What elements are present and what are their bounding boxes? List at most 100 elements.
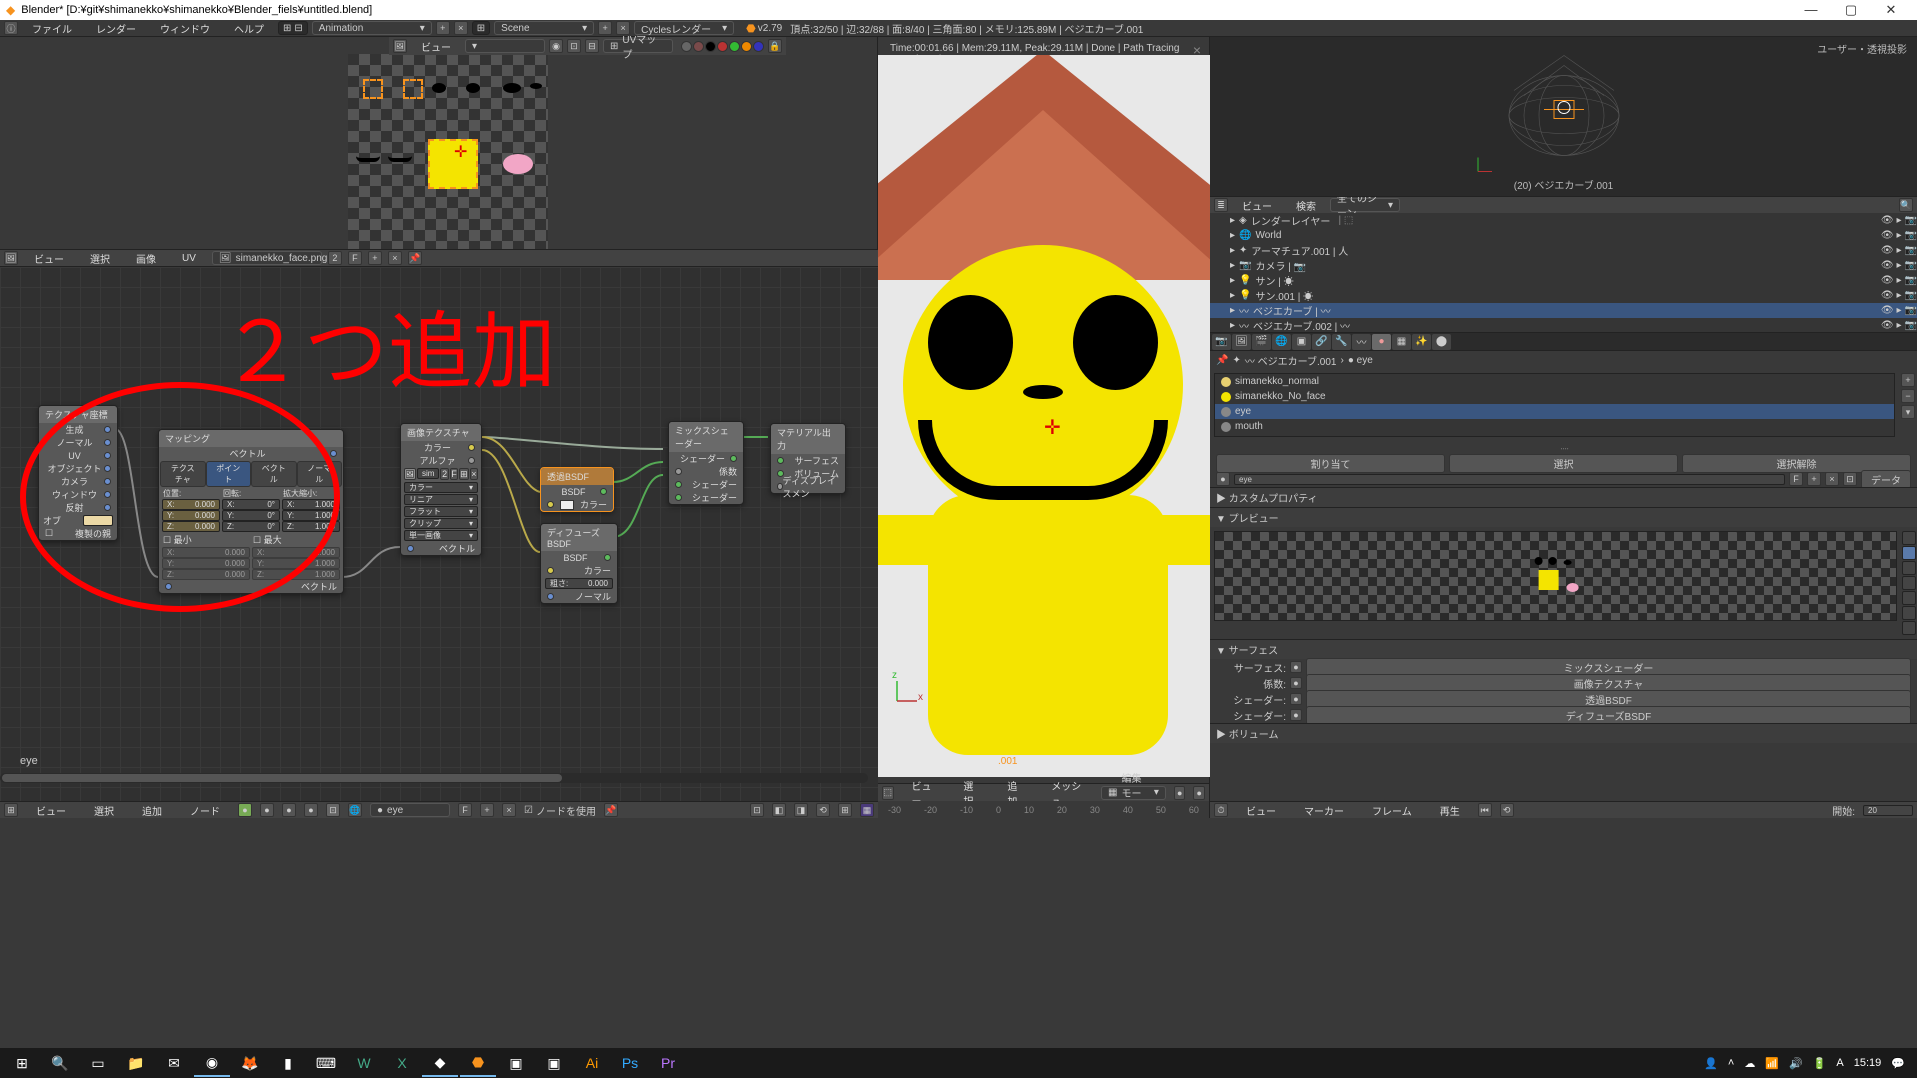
illustrator-icon[interactable]: Ai bbox=[574, 1049, 610, 1077]
start-button[interactable]: ⊞ bbox=[4, 1049, 40, 1077]
explorer-icon[interactable]: 📁 bbox=[118, 1049, 154, 1077]
menu-view[interactable]: ビュー bbox=[24, 250, 74, 267]
tab-particles[interactable]: ✨ bbox=[1412, 334, 1431, 350]
app-icon[interactable]: ▣ bbox=[498, 1049, 534, 1077]
tab-material[interactable]: ● bbox=[1372, 334, 1391, 350]
menu-view[interactable]: ビュー bbox=[26, 802, 76, 819]
add-slot-button[interactable]: + bbox=[1901, 373, 1915, 387]
menu-render[interactable]: レンダー bbox=[86, 20, 146, 37]
blender-icon[interactable]: ⬣ bbox=[460, 1049, 496, 1077]
node-transparent-bsdf[interactable]: 透過BSDF BSDF カラー bbox=[540, 467, 614, 512]
image-unlink[interactable]: × bbox=[388, 251, 402, 265]
node-image-texture[interactable]: 画像テクスチャ カラー アルファ 🖼 sim 2 F ⊞ × カラー▾リニア▾フ… bbox=[400, 423, 482, 556]
tab-world[interactable]: 🌐 bbox=[1272, 334, 1291, 350]
panel-preview[interactable]: ▼ プレビュー bbox=[1210, 507, 1917, 527]
code-icon[interactable]: ⌨ bbox=[308, 1049, 344, 1077]
panel-volume[interactable]: ▶ ボリューム bbox=[1210, 723, 1917, 743]
chrome-icon[interactable]: ◉ bbox=[194, 1049, 230, 1077]
menu-select[interactable]: 選択 bbox=[84, 802, 124, 819]
photoshop-icon[interactable]: Ps bbox=[612, 1049, 648, 1077]
outliner-item[interactable]: ▸〰ベジエカーブ | 〰👁▸📷 bbox=[1210, 303, 1917, 318]
word-icon[interactable]: W bbox=[346, 1049, 382, 1077]
image-users[interactable]: 2 bbox=[328, 251, 342, 265]
preview-flat[interactable] bbox=[1902, 531, 1916, 545]
preview-sphere[interactable] bbox=[1902, 546, 1916, 560]
material-field[interactable]: ●eye bbox=[370, 803, 450, 817]
editor-type-icon[interactable]: ⓘ bbox=[4, 21, 18, 35]
tab-object[interactable]: ▣ bbox=[1292, 334, 1311, 350]
material-slot[interactable]: eye bbox=[1215, 404, 1894, 419]
outliner-item[interactable]: ▸◈レンダーレイヤー| ⬚👁▸📷 bbox=[1210, 213, 1917, 228]
pin-icon[interactable]: 📌 bbox=[604, 803, 618, 817]
tray-chevron-icon[interactable]: ˄ bbox=[1728, 1057, 1734, 1069]
search-icon[interactable]: 🔍 bbox=[1899, 198, 1913, 212]
editor-type-icon[interactable]: 🖼 bbox=[393, 39, 407, 53]
assign-button[interactable]: 割り当て bbox=[1216, 454, 1445, 473]
tab-data[interactable]: 〰 bbox=[1352, 334, 1371, 350]
editor-type-icon[interactable]: ≣ bbox=[1214, 198, 1228, 212]
image-fake[interactable]: F bbox=[348, 251, 362, 265]
menu-select[interactable]: 選択 bbox=[80, 250, 120, 267]
taskview-icon[interactable]: ▭ bbox=[80, 1049, 116, 1077]
tab-physics[interactable]: ⬤ bbox=[1432, 334, 1451, 350]
tab-layers[interactable]: 🖼 bbox=[1232, 334, 1251, 350]
node-material-output[interactable]: マテリアル出力 サーフェス ボリューム ディスプレイスメン bbox=[770, 423, 846, 494]
cloud-icon[interactable]: ☁ bbox=[1744, 1057, 1755, 1070]
node-editor-canvas[interactable]: テクスチャ座標 生成 ノーマル UV オブジェクト カメラ ウィンドウ 反射 オ… bbox=[0, 267, 878, 801]
material-slot-list[interactable]: simanekko_normalsimanekko_No_faceeyemout… bbox=[1214, 373, 1895, 437]
camera-preview[interactable]: ユーザー・透視投影 bbox=[1210, 37, 1917, 197]
screen-layout-buttons[interactable]: ⊞⊟ bbox=[278, 21, 308, 35]
remove-slot-button[interactable]: − bbox=[1901, 389, 1915, 403]
panel-custom-props[interactable]: ▶ カスタムプロパティ bbox=[1210, 487, 1917, 507]
preview-cube[interactable] bbox=[1902, 561, 1916, 575]
outliner-item[interactable]: ▸💡サン.001 | ☀👁▸📷 bbox=[1210, 288, 1917, 303]
layout-add[interactable]: + bbox=[436, 21, 450, 35]
preview-cloth[interactable] bbox=[1902, 606, 1916, 620]
menu-file[interactable]: ファイル bbox=[22, 20, 82, 37]
scene-dropdown[interactable]: Scene▾ bbox=[494, 21, 594, 35]
material-slot[interactable]: simanekko_No_face bbox=[1215, 389, 1894, 404]
menu-view[interactable]: ビュー bbox=[411, 38, 461, 55]
search-icon[interactable]: 🔍 bbox=[42, 1049, 78, 1077]
outliner-item[interactable]: ▸📷カメラ | 📷👁▸📷 bbox=[1210, 258, 1917, 273]
close-button[interactable]: ✕ bbox=[1871, 0, 1911, 20]
premiere-icon[interactable]: Pr bbox=[650, 1049, 686, 1077]
clock[interactable]: 15:19 bbox=[1854, 1057, 1882, 1069]
data-link-dropdown[interactable]: データ bbox=[1861, 470, 1911, 489]
scene-buttons[interactable]: ⊞ bbox=[472, 21, 490, 35]
mode-dropdown[interactable]: ▦編集モード▾ bbox=[1101, 786, 1166, 800]
outliner-item[interactable]: ▸✦アーマチュア.001 | 人👁▸📷 bbox=[1210, 243, 1917, 258]
select-button[interactable]: 選択 bbox=[1449, 454, 1678, 473]
sourcetree-icon[interactable]: ◆ bbox=[422, 1049, 458, 1077]
layout-del[interactable]: × bbox=[454, 21, 468, 35]
slot-menu-button[interactable]: ▾ bbox=[1901, 405, 1915, 419]
node-mix-shader[interactable]: ミックスシェーダー シェーダー 係数 シェーダー シェーダー bbox=[668, 421, 744, 505]
people-icon[interactable]: 👤 bbox=[1704, 1057, 1718, 1070]
render-result[interactable]: ✛ z x .001 bbox=[878, 55, 1210, 777]
scene-add[interactable]: + bbox=[598, 21, 612, 35]
timeline-ruler[interactable]: -30-20-100102030405060 bbox=[878, 801, 1209, 818]
uv-texture-canvas[interactable]: ✛ bbox=[348, 54, 548, 254]
node-diffuse-bsdf[interactable]: ディフューズBSDF BSDF カラー 粗さ:0.000 ノーマル bbox=[540, 523, 618, 604]
outliner-item[interactable]: ▸💡サン | ☀👁▸📷 bbox=[1210, 273, 1917, 288]
tab-modifier[interactable]: 🔧 bbox=[1332, 334, 1351, 350]
wifi-icon[interactable]: 📶 bbox=[1765, 1057, 1779, 1070]
app-icon[interactable]: ▣ bbox=[536, 1049, 572, 1077]
tab-constraint[interactable]: 🔗 bbox=[1312, 334, 1331, 350]
terminal-icon[interactable]: ▮ bbox=[270, 1049, 306, 1077]
battery-icon[interactable]: 🔋 bbox=[1813, 1057, 1827, 1070]
notification-icon[interactable]: 💬 bbox=[1891, 1057, 1905, 1070]
preview-shaderball[interactable] bbox=[1902, 591, 1916, 605]
pin-icon[interactable]: 📌 bbox=[1216, 355, 1228, 366]
tab-texture[interactable]: ▦ bbox=[1392, 334, 1411, 350]
preview-hair[interactable] bbox=[1902, 576, 1916, 590]
excel-icon[interactable]: X bbox=[384, 1049, 420, 1077]
mode-dropdown[interactable]: ▾ bbox=[465, 39, 545, 53]
menu-help[interactable]: ヘルプ bbox=[224, 20, 274, 37]
volume-icon[interactable]: 🔊 bbox=[1789, 1057, 1803, 1070]
menu-add[interactable]: 追加 bbox=[132, 802, 172, 819]
editor-type-icon[interactable]: ⏱ bbox=[1214, 803, 1228, 817]
horizontal-scrollbar[interactable] bbox=[0, 773, 868, 783]
image-name-field[interactable]: 🖼simanekko_face.png bbox=[212, 251, 322, 265]
panel-surface[interactable]: ▼ サーフェス bbox=[1210, 639, 1917, 659]
